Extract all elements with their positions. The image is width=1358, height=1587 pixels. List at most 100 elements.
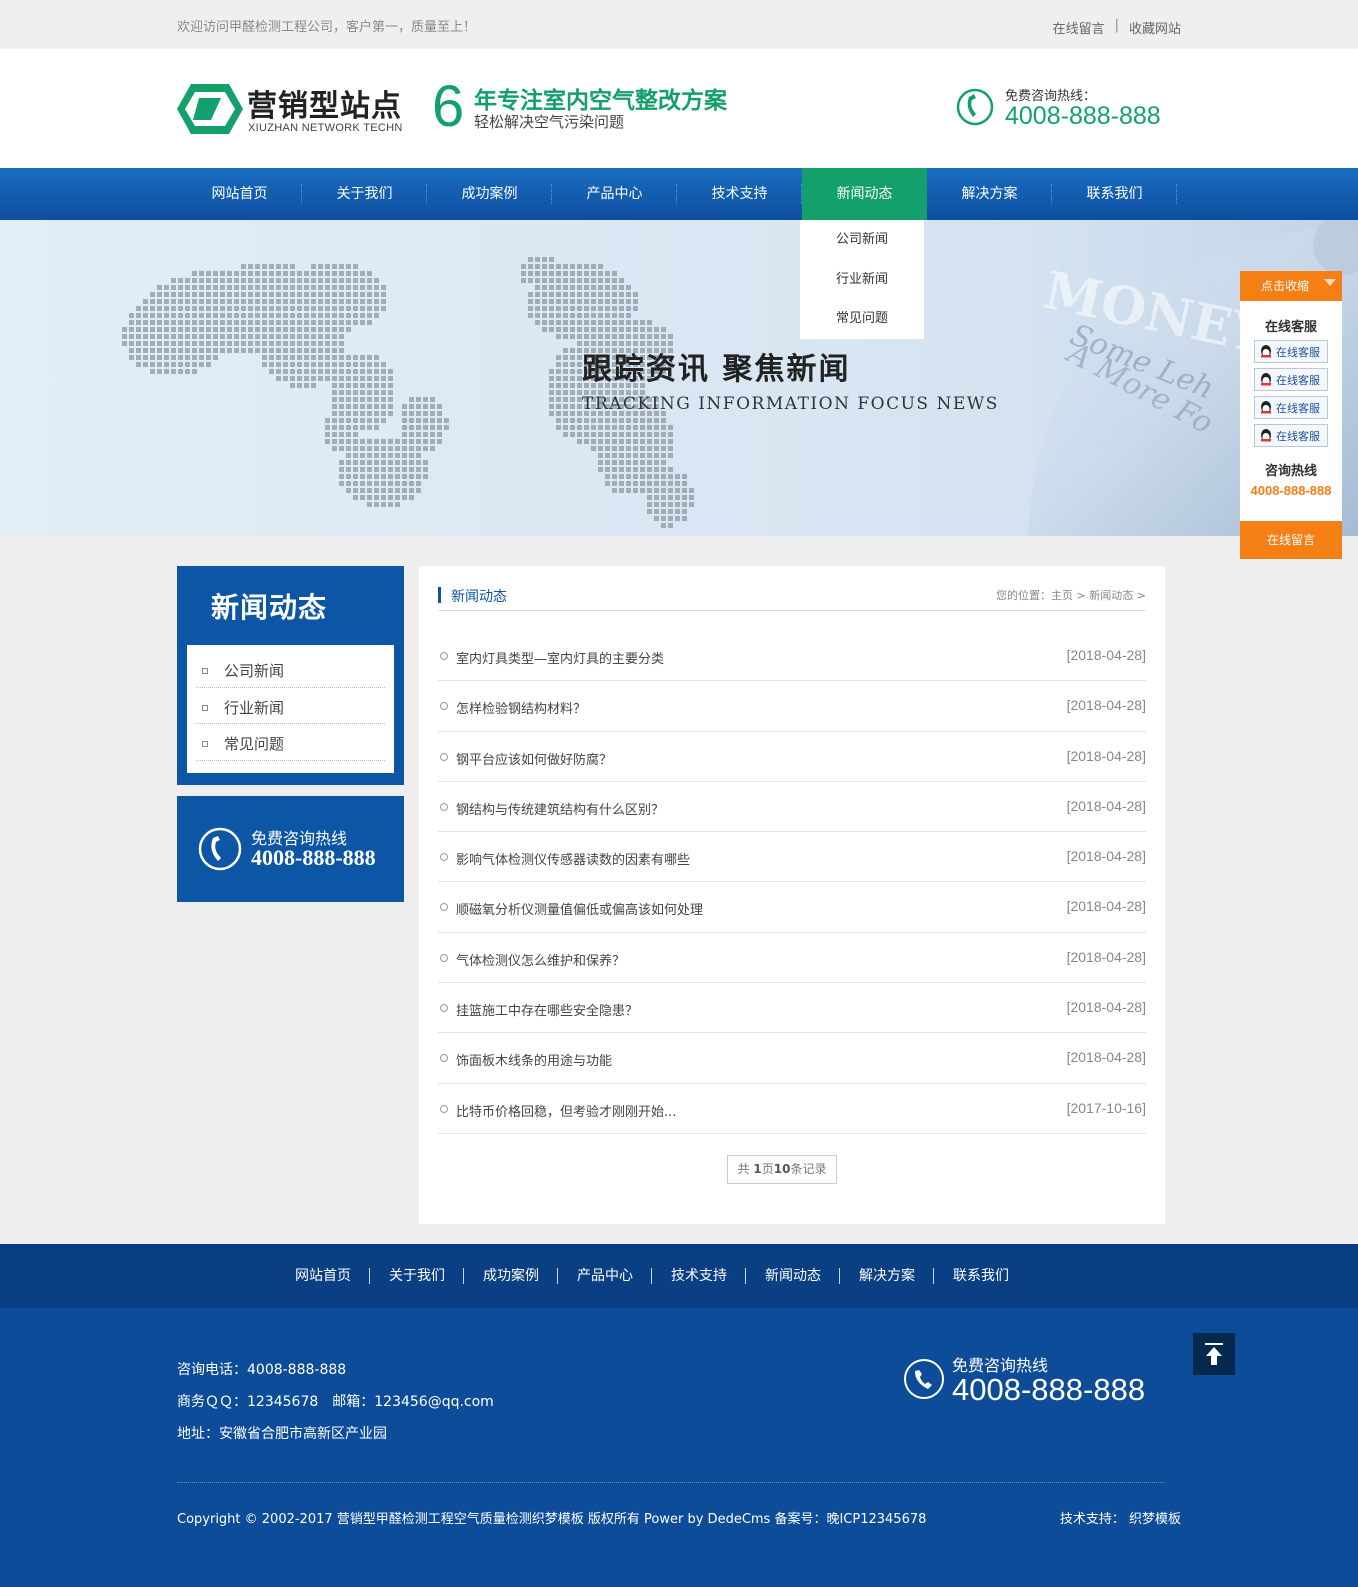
list-item[interactable]: 比特币价格回稳，但考验才刚刚开始... [2017-10-16] [438,1084,1146,1134]
sidebar-hotline-box: 免费咨询热线 4008-888-888 [177,796,404,902]
qq-service-button[interactable]: 在线客服 [1254,340,1328,363]
article-title[interactable]: 影响气体检测仪传感器读数的因素有哪些 [456,849,690,868]
qq-label: 在线客服 [1276,345,1320,359]
banner-subtitle: TRACKING INFORMATION FOCUS NEWS [582,394,999,414]
submenu-item-company-news[interactable]: 公司新闻 [800,220,924,260]
footer-nav-label: 解决方案 [859,1268,915,1284]
phone-icon [904,1359,944,1399]
collapse-button[interactable]: 点击收缩 [1240,271,1342,301]
article-title[interactable]: 比特币价格回稳，但考验才刚刚开始... [456,1101,676,1120]
circle-bullet-icon [440,802,448,811]
pager-prefix: 共 [737,1162,754,1176]
article-list: 室内灯具类型—室内灯具的主要分类 [2018-04-28] 怎样检验钢结构材料？ [… [438,631,1146,1134]
list-item[interactable]: 钢结构与传统建筑结构有什么区别？ [2018-04-28] [438,782,1146,833]
nav-label: 关于我们 [336,186,393,202]
footer-nav-contact[interactable]: 联系我们 [934,1244,1028,1308]
footer-nav-about[interactable]: 关于我们 [370,1244,464,1308]
top-links: 在线留言 | 收藏网站 [1053,18,1181,37]
sidebar-item-faq[interactable]: 常见问题 [196,724,385,761]
logo-mark-icon [177,84,243,134]
article-title[interactable]: 钢平台应该如何做好防腐？ [456,749,612,768]
pagination-info: 共 1页10条记录 [727,1155,837,1184]
list-item[interactable]: 饰面板木线条的用途与功能 [2018-04-28] [438,1033,1146,1084]
nav-item-contact[interactable]: 联系我们 [1052,168,1177,220]
circle-bullet-icon [440,1004,448,1013]
nav-label: 新闻动态 [836,186,893,202]
sidebar-title: 新闻动态 [211,591,328,624]
online-message-link[interactable]: 在线留言 [1053,18,1105,37]
footer-nav-support[interactable]: 技术支持 [652,1244,746,1308]
footer-qq-email: 商务ＱＱ：12345678 邮箱：123456@qq.com [177,1394,494,1410]
nav-label: 技术支持 [711,186,768,202]
sidebar-item-label: 公司新闻 [224,662,285,680]
article-title[interactable]: 怎样检验钢结构材料？ [456,698,586,717]
nav-item-support[interactable]: 技术支持 [677,168,802,220]
header-hotline-number: 4008-888-888 [1005,102,1161,130]
footer-nav-home[interactable]: 网站首页 [276,1244,370,1308]
sidebar-item-label: 行业新闻 [224,698,285,717]
pager-mid: 页 [761,1162,774,1176]
circle-bullet-icon [440,1104,448,1113]
qq-service-button[interactable]: 在线客服 [1254,368,1328,391]
sidebar-item-industry-news[interactable]: 行业新闻 [196,688,385,724]
square-bullet-icon [202,704,208,711]
footer-nav-label: 关于我们 [389,1268,445,1284]
nav-label: 联系我们 [1086,186,1143,202]
qq-service-button[interactable]: 在线客服 [1254,396,1328,419]
site-logo[interactable]: 营销型站点 XIUZHAN NETWORK TECHN [177,79,405,139]
footer-tech-support[interactable]: 技术支持： 织梦模板 [1060,1508,1181,1527]
footer-nav-products[interactable]: 产品中心 [558,1244,652,1308]
bookmark-site-link[interactable]: 收藏网站 [1129,18,1181,37]
nav-item-products[interactable]: 产品中心 [552,168,677,220]
qq-penguin-icon [1261,429,1271,442]
article-title[interactable]: 室内灯具类型—室内灯具的主要分类 [456,648,664,667]
square-bullet-icon [202,741,208,747]
submenu-item-industry-news[interactable]: 行业新闻 [800,260,924,300]
footer-copyright: Copyright © 2002-2017 营销型甲醛检测工程空气质量检测织梦模… [177,1512,927,1527]
float-message-button[interactable]: 在线留言 [1240,521,1342,559]
footer-nav-news[interactable]: 新闻动态 [746,1244,840,1308]
welcome-text: 欢迎访问甲醛检测工程公司，客户第一，质量至上！ [177,20,477,35]
list-item[interactable]: 气体检测仪怎么维护和保养？ [2018-04-28] [438,933,1146,984]
panel-title: 新闻动态 [451,589,507,605]
list-item[interactable]: 室内灯具类型—室内灯具的主要分类 [2018-04-28] [438,631,1146,682]
footer-nav-solutions[interactable]: 解决方案 [840,1244,934,1308]
list-item[interactable]: 顺磁氧分析仪测量值偏低或偏高该如何处理 [2018-04-28] [438,882,1146,933]
phone-icon [956,88,994,126]
qq-penguin-icon [1261,373,1271,386]
article-title[interactable]: 气体检测仪怎么维护和保养？ [456,950,625,969]
top-bar: 欢迎访问甲醛检测工程公司，客户第一，质量至上！ 在线留言 | 收藏网站 [0,0,1358,49]
qq-label: 在线客服 [1276,373,1320,387]
article-title[interactable]: 挂篮施工中存在哪些安全隐患？ [456,1000,638,1019]
nav-item-cases[interactable]: 成功案例 [427,168,552,220]
article-date: [2018-04-28] [1066,948,1146,965]
footer-nav-label: 成功案例 [483,1268,539,1284]
qq-service-button[interactable]: 在线客服 [1254,424,1328,447]
list-item[interactable]: 影响气体检测仪传感器读数的因素有哪些 [2018-04-28] [438,832,1146,883]
article-title[interactable]: 钢结构与传统建筑结构有什么区别？ [456,799,664,818]
footer-nav: 网站首页 关于我们 成功案例 产品中心 技术支持 新闻动态 解决方案 联系我们 [0,1244,1358,1308]
nav-item-news[interactable]: 新闻动态 [802,168,927,220]
nav-item-about[interactable]: 关于我们 [302,168,427,220]
article-title[interactable]: 饰面板木线条的用途与功能 [456,1050,612,1069]
list-item[interactable]: 钢平台应该如何做好防腐？ [2018-04-28] [438,732,1146,782]
article-date: [2018-04-28] [1066,747,1146,764]
footer-nav-cases[interactable]: 成功案例 [464,1244,558,1308]
qq-label: 在线客服 [1276,429,1320,443]
article-title[interactable]: 顺磁氧分析仪测量值偏低或偏高该如何处理 [456,899,703,918]
back-to-top-button[interactable] [1193,1333,1235,1375]
square-bullet-icon [202,668,208,674]
floating-service-panel: 点击收缩 在线客服 在线客服 在线客服 在线客服 在线客服 咨询热线 4008-… [1240,271,1342,559]
article-date: [2018-04-28] [1066,898,1146,915]
slogan-line1: 年专注室内空气整改方案 [474,88,727,114]
footer-hotline: 免费咨询热线 4008-888-888 [902,1352,1162,1416]
list-item[interactable]: 挂篮施工中存在哪些安全隐患？ [2018-04-28] [438,983,1146,1034]
nav-item-home[interactable]: 网站首页 [177,168,302,220]
arrow-up-icon [1205,1343,1223,1365]
sidebar-item-company-news[interactable]: 公司新闻 [196,651,385,688]
float-hotline-number: 4008-888-888 [1250,483,1332,498]
submenu-item-faq[interactable]: 常见问题 [800,299,924,339]
breadcrumb[interactable]: 您的位置：主页 > 新闻动态 > [996,587,1146,603]
nav-item-solutions[interactable]: 解决方案 [927,168,1052,220]
list-item[interactable]: 怎样检验钢结构材料？ [2018-04-28] [438,681,1146,732]
